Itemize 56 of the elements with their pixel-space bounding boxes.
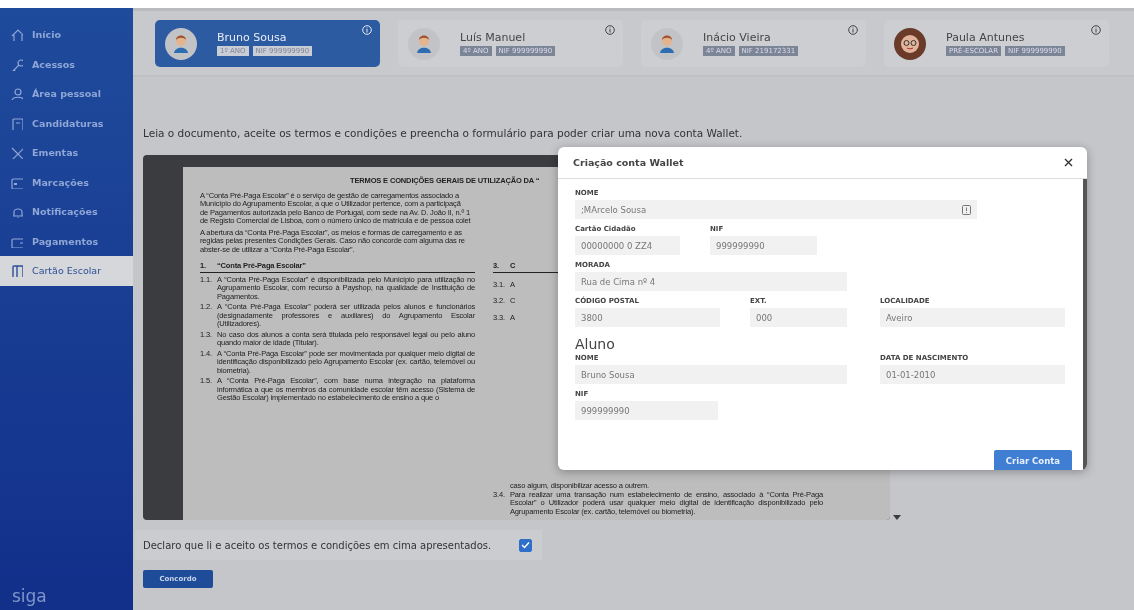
avatar-icon bbox=[165, 27, 197, 60]
input-field[interactable]: Rua de Cima nº 4 bbox=[575, 272, 847, 291]
info-icon[interactable] bbox=[1091, 25, 1101, 35]
student-name: Paula Antunes bbox=[946, 31, 1026, 44]
sidebar-item[interactable]: Área pessoal bbox=[0, 79, 133, 109]
info-icon[interactable] bbox=[605, 25, 615, 35]
sidebar-item-label: Candidaturas bbox=[32, 117, 104, 129]
sidebar-item-label: Início bbox=[32, 29, 61, 41]
input-field[interactable]: 999999990 bbox=[710, 236, 817, 255]
input-field[interactable]: 00000000 0 ZZ4 bbox=[575, 236, 680, 255]
sidebar-item[interactable]: Cartão Escolar bbox=[0, 256, 133, 286]
avatar-icon bbox=[651, 27, 683, 60]
student-name: Inácio Vieira bbox=[703, 31, 772, 44]
sidebar-item-label: Cartão Escolar bbox=[32, 265, 102, 277]
sidebar-item[interactable]: Acessos bbox=[0, 49, 133, 79]
avatar-icon bbox=[894, 27, 926, 60]
section-heading: Aluno bbox=[575, 336, 615, 352]
input-field[interactable]: ;MArcelo Sousa bbox=[575, 200, 977, 219]
sidebar-item[interactable]: Candidaturas bbox=[0, 108, 133, 138]
close-icon[interactable] bbox=[1064, 158, 1073, 167]
agreement-checkbox[interactable] bbox=[519, 538, 533, 552]
input-field[interactable]: 01-01-2010 bbox=[880, 365, 1065, 384]
input-field[interactable]: 000 bbox=[750, 308, 847, 327]
calendar-icon bbox=[10, 175, 23, 189]
sidebar-item-label: Área pessoal bbox=[32, 88, 101, 100]
student-name: Luís Manuel bbox=[460, 31, 527, 44]
home-icon bbox=[10, 28, 23, 42]
input-field[interactable]: 3800 bbox=[575, 308, 720, 327]
input-field[interactable]: Bruno Sousa bbox=[575, 365, 847, 384]
sidebar-item-label: Marcações bbox=[32, 176, 89, 188]
card-icon bbox=[10, 264, 23, 278]
create-account-button[interactable]: Criar Conta bbox=[993, 450, 1072, 470]
modal-title: Criação conta Wallet bbox=[573, 157, 684, 168]
caret-down-icon[interactable] bbox=[893, 515, 901, 520]
student-name: Bruno Sousa bbox=[217, 31, 288, 44]
person-icon bbox=[10, 87, 23, 101]
sidebar-item-label: Acessos bbox=[32, 58, 75, 70]
sidebar-item[interactable]: Início bbox=[0, 20, 133, 50]
sidebar-item[interactable]: Pagamentos bbox=[0, 226, 133, 256]
input-field[interactable]: Aveiro bbox=[880, 308, 1065, 327]
sidebar-item-label: Pagamentos bbox=[32, 235, 99, 247]
avatar-icon bbox=[408, 27, 440, 60]
input-field[interactable]: 999999990 bbox=[575, 401, 718, 420]
sidebar-item-label: Notificações bbox=[32, 206, 98, 218]
sidebar-item[interactable]: Marcações bbox=[0, 167, 133, 197]
sidebar-item[interactable]: Ementas bbox=[0, 138, 133, 168]
info-icon[interactable] bbox=[848, 25, 858, 35]
logo-text: siga bbox=[11, 586, 47, 608]
sidebar-item-label: Ementas bbox=[32, 147, 79, 159]
clipboard-icon bbox=[10, 116, 23, 130]
instruction-text: Leia o documento, aceite os termos e condições e preencha o formulário para poder criar uma nova conta Wallet. bbox=[143, 127, 743, 139]
agreement-text: Declaro que li e aceito os termos e condições em cima apresentados. bbox=[143, 539, 492, 551]
key-icon bbox=[10, 57, 23, 71]
bell-icon bbox=[10, 205, 23, 219]
sidebar-item[interactable]: Notificações bbox=[0, 197, 133, 227]
check-icon bbox=[521, 541, 531, 549]
